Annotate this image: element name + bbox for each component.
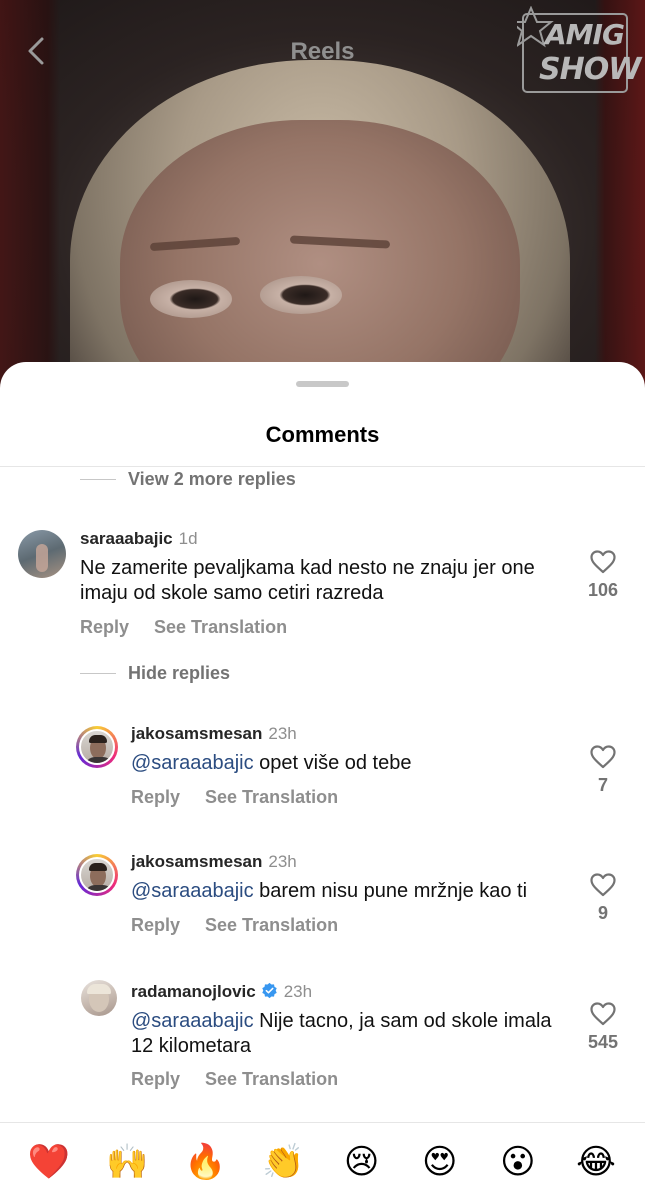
heart-icon bbox=[590, 1002, 616, 1026]
heart-icon bbox=[590, 745, 616, 769]
eye-left bbox=[150, 280, 232, 318]
reply-button[interactable]: Reply bbox=[131, 1069, 180, 1090]
reel-video-background: Reels AMIG SHOW bbox=[0, 0, 645, 420]
comment-time: 23h bbox=[268, 724, 297, 743]
raising-hands-emoji-icon[interactable]: 🙌 bbox=[102, 1142, 152, 1182]
comment-username[interactable]: radamanojlovic 23h bbox=[131, 982, 312, 1002]
like-count: 7 bbox=[597, 775, 608, 795]
comment-username[interactable]: jakosamsmesan 23h bbox=[131, 852, 297, 872]
sheet-drag-handle[interactable] bbox=[296, 381, 349, 387]
see-translation-button[interactable]: See Translation bbox=[154, 617, 287, 638]
comment-text: Ne zamerite pevaljkama kad nesto ne znaj… bbox=[80, 557, 535, 604]
heart-eyes-emoji-icon[interactable]: 😍 bbox=[415, 1142, 465, 1182]
divider-line bbox=[80, 673, 116, 674]
like-button[interactable]: 7 bbox=[573, 745, 633, 796]
mention-link[interactable]: @saraaabajic bbox=[131, 880, 254, 902]
see-translation-button[interactable]: See Translation bbox=[205, 1069, 338, 1090]
comment-actions: Reply See Translation bbox=[131, 787, 338, 808]
emoji-reaction-bar: ❤️ 🙌 🔥 👏 😢 😍 😮 😂 bbox=[0, 1122, 645, 1200]
tears-of-joy-emoji-icon[interactable]: 😂 bbox=[571, 1142, 621, 1182]
divider-line bbox=[80, 479, 116, 480]
view-more-replies-button[interactable]: View 2 more replies bbox=[80, 469, 296, 490]
show-logo: AMIG SHOW bbox=[517, 6, 641, 94]
comment-time: 23h bbox=[268, 852, 297, 871]
see-translation-button[interactable]: See Translation bbox=[205, 787, 338, 808]
comment-actions: Reply See Translation bbox=[131, 915, 338, 936]
like-count: 545 bbox=[587, 1032, 619, 1052]
see-translation-button[interactable]: See Translation bbox=[205, 915, 338, 936]
heart-icon bbox=[590, 873, 616, 897]
avatar[interactable] bbox=[76, 854, 118, 896]
like-button[interactable]: 106 bbox=[573, 550, 633, 601]
hide-replies-button[interactable]: Hide replies bbox=[80, 663, 230, 684]
comment-time: 1d bbox=[178, 529, 198, 548]
comment-time: 23h bbox=[283, 982, 313, 1001]
comment-actions: Reply See Translation bbox=[80, 617, 287, 638]
mention-link[interactable]: @saraaabajic bbox=[131, 1010, 254, 1032]
reply-button[interactable]: Reply bbox=[131, 915, 180, 936]
comment-username[interactable]: saraaabajic 1d bbox=[80, 529, 198, 549]
avatar[interactable] bbox=[81, 980, 117, 1016]
red-heart-emoji-icon[interactable]: ❤️ bbox=[24, 1142, 74, 1182]
comment-actions: Reply See Translation bbox=[131, 1069, 338, 1090]
surprised-face-emoji-icon[interactable]: 😮 bbox=[493, 1142, 543, 1182]
reply-button[interactable]: Reply bbox=[80, 617, 129, 638]
comment-text: @saraaabajic barem nisu pune mržnje kao … bbox=[131, 880, 528, 902]
logo-line-2: SHOW bbox=[539, 52, 641, 87]
reply-button[interactable]: Reply bbox=[131, 787, 180, 808]
fire-emoji-icon[interactable]: 🔥 bbox=[180, 1142, 230, 1182]
sheet-title: Comments bbox=[265, 422, 380, 447]
comments-sheet: Comments View 2 more replies saraaabajic… bbox=[0, 362, 645, 1200]
avatar[interactable] bbox=[76, 726, 118, 768]
logo-line-1: AMIG bbox=[545, 18, 625, 51]
comment-text: @saraaabajic Nije tacno, ja sam od skole… bbox=[131, 1010, 552, 1057]
like-button[interactable]: 545 bbox=[573, 1002, 633, 1053]
comment-username[interactable]: jakosamsmesan 23h bbox=[131, 724, 297, 744]
eye-right bbox=[260, 276, 342, 314]
view-more-replies-label: View 2 more replies bbox=[128, 469, 296, 489]
like-count: 106 bbox=[587, 580, 619, 600]
clapping-hands-emoji-icon[interactable]: 👏 bbox=[258, 1142, 308, 1182]
heart-icon bbox=[590, 550, 616, 574]
sheet-divider bbox=[0, 466, 645, 467]
verified-badge-icon bbox=[261, 982, 277, 999]
mention-link[interactable]: @saraaabajic bbox=[131, 752, 254, 774]
hide-replies-label: Hide replies bbox=[128, 663, 231, 683]
like-button[interactable]: 9 bbox=[573, 873, 633, 924]
comment-text: @saraaabajic opet više od tebe bbox=[131, 752, 412, 774]
like-count: 9 bbox=[597, 903, 608, 923]
avatar[interactable] bbox=[18, 530, 66, 578]
crying-face-emoji-icon[interactable]: 😢 bbox=[337, 1142, 387, 1182]
